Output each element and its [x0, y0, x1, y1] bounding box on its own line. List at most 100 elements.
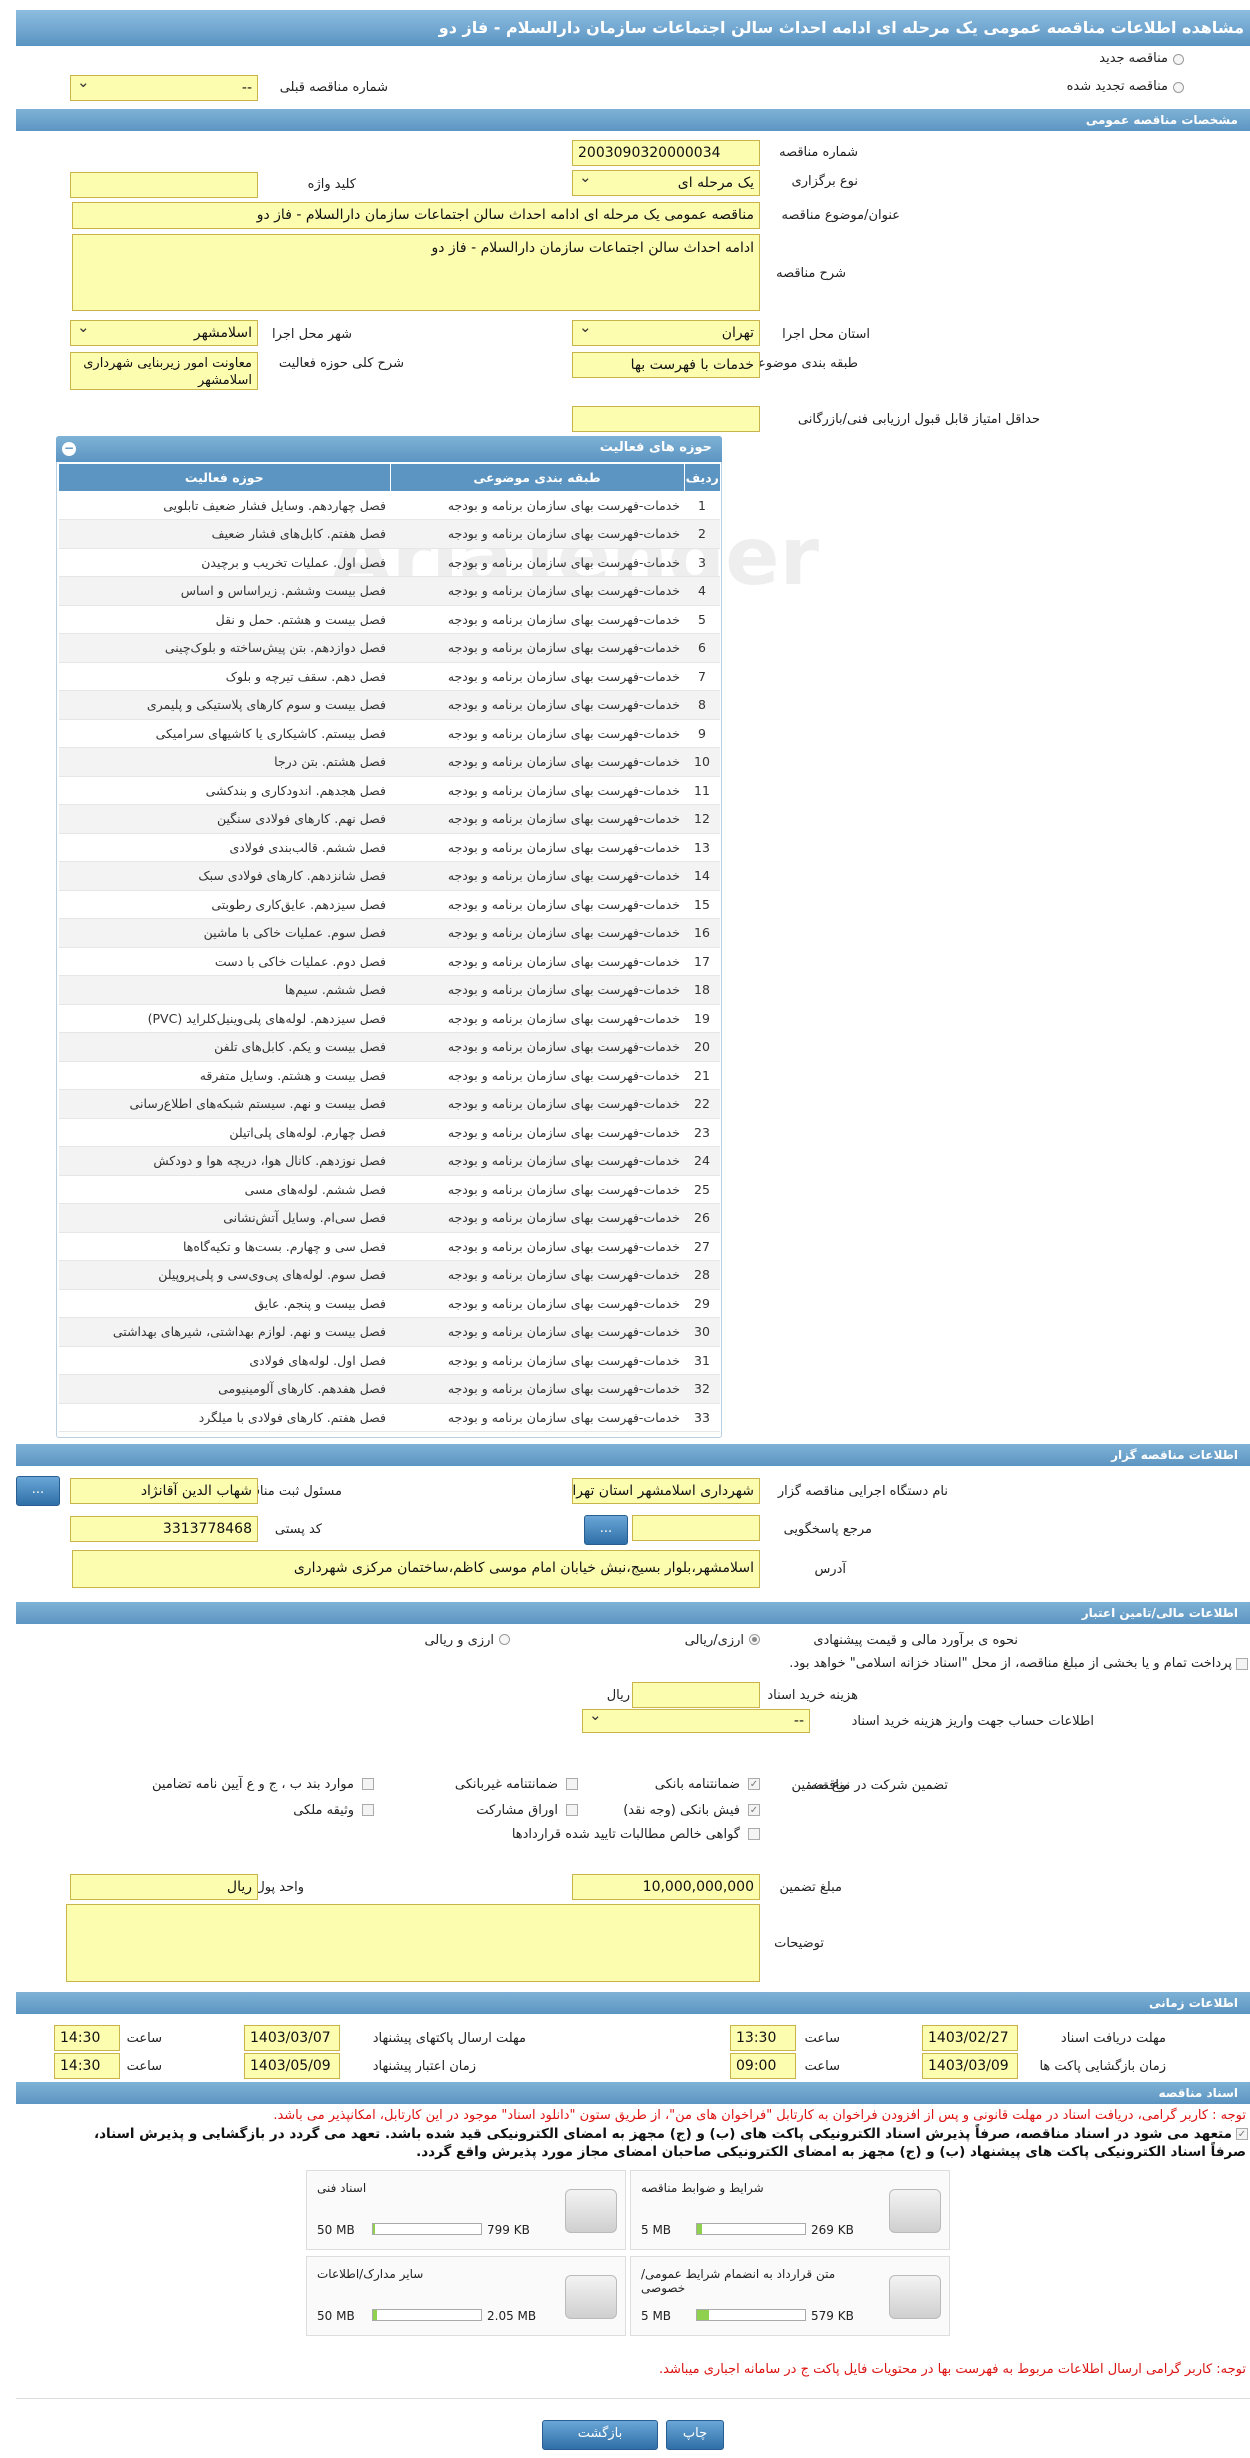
bank-guarantee-checkbox[interactable]: ✓: [748, 1778, 760, 1790]
file-size: 799 KB: [487, 2223, 530, 2237]
currency-field: ریال: [70, 1874, 258, 1900]
table-row: 5 خدمات-فهرست بهای سازمان برنامه و بودجه ف…: [58, 605, 720, 634]
net-claims-label: گواهی خالص مطالبات تایید شده قراردادها: [511, 1827, 740, 1842]
row-number: 23: [684, 1118, 720, 1147]
file-name: متن قرارداد به انضمام شرایط عمومی/خصوصی: [641, 2267, 836, 2295]
fx-and-rial-radio[interactable]: [499, 1634, 510, 1645]
prev-number-label: شماره مناقصه قبلی: [279, 80, 388, 95]
row-number: 12: [684, 804, 720, 834]
row-category: خدمات-فهرست بهای سازمان برنامه و بودجه: [390, 1061, 684, 1090]
nonbank-guarantee-checkbox[interactable]: [566, 1778, 578, 1790]
row-number: 26: [684, 1203, 720, 1233]
table-row: 10 خدمات-فهرست بهای سازمان برنامه و بودجه…: [58, 747, 720, 777]
table-row: 13 خدمات-فهرست بهای سازمان برنامه و بودجه…: [58, 833, 720, 862]
account-select[interactable]: --: [582, 1709, 810, 1733]
activity-desc-field: معاونت امور زیربنایی شهرداری اسلامشهر: [70, 352, 258, 390]
new-tender-label: مناقصه جدید: [1099, 51, 1168, 66]
currency-label: واحد پول: [255, 1880, 304, 1895]
payment-checkbox[interactable]: [1236, 1658, 1248, 1670]
footer-divider: [16, 2398, 1250, 2399]
documents-note-1: توجه : کاربر گرامی، دریافت اسناد در مهلت…: [273, 2108, 1246, 2123]
row-number: 1: [684, 491, 720, 520]
row-number: 7: [684, 662, 720, 691]
prev-number-select[interactable]: --: [70, 75, 258, 101]
province-select[interactable]: تهران: [572, 320, 760, 346]
row-field: فصل هفتم. کابل‌های فشار ضعیف: [58, 519, 390, 549]
keyword-field: [70, 172, 258, 198]
file-name: سایر مدارک/اطلاعات: [317, 2267, 424, 2281]
city-label: شهر محل اجرا: [272, 327, 352, 342]
col-row: ردیف: [683, 464, 720, 491]
tender-type-select[interactable]: یک مرحله ای: [572, 170, 760, 196]
description-field: ادامه احداث سالن اجتماعات سازمان دارالسل…: [72, 234, 760, 311]
row-number: 11: [684, 776, 720, 805]
category-field: خدمات با فهرست بها: [572, 352, 760, 378]
reference-label: مرجع پاسخگویی: [783, 1522, 872, 1537]
property-label: وثیقه ملکی: [293, 1803, 354, 1818]
documents-note-3: توجه: کاربر گرامی ارسال اطلاعات مربوط به…: [659, 2362, 1246, 2377]
section-financial-header: اطلاعات مالی/تامین اعتبار: [16, 1602, 1250, 1624]
file-card-technical[interactable]: اسناد فنی 50 MB 799 KB: [306, 2170, 626, 2250]
row-number: 32: [684, 1374, 720, 1404]
table-row: 18 خدمات-فهرست بهای سازمان برنامه و بودجه…: [58, 975, 720, 1005]
row-field: فصل نوزدهم. کانال هوا، دریچه هوا و دودکش: [58, 1146, 390, 1176]
row-field: فصل ششم. لوله‌های مسی: [58, 1175, 390, 1204]
subject-label: عنوان/موضوع مناقصه: [781, 208, 900, 223]
row-number: 24: [684, 1146, 720, 1176]
table-row: 2 خدمات-فهرست بهای سازمان برنامه و بودجه ف…: [58, 519, 720, 549]
table-row: 1 خدمات-فهرست بهای سازمان برنامه و بودجه ف…: [58, 491, 720, 520]
file-card-other[interactable]: سایر مدارک/اطلاعات 50 MB 2.05 MB: [306, 2256, 626, 2336]
row-number: 33: [684, 1403, 720, 1432]
table-row: 27 خدمات-فهرست بهای سازمان برنامه و بودجه…: [58, 1232, 720, 1261]
row-category: خدمات-فهرست بهای سازمان برنامه و بودجه: [390, 662, 684, 691]
valid-date: 1403/05/09: [244, 2053, 340, 2079]
file-card-conditions[interactable]: شرایط و ضوابط مناقصه 5 MB 269 KB: [630, 2170, 950, 2250]
table-row: 8 خدمات-فهرست بهای سازمان برنامه و بودجه ف…: [58, 690, 720, 720]
guarantee-type-label: نوع تضمین: [791, 1778, 850, 1793]
row-field: فصل هجدهم. اندودکاری و بندکشی: [58, 776, 390, 805]
row-field: فصل بیست و یکم. کابل‌های تلفن: [58, 1032, 390, 1062]
property-checkbox[interactable]: [362, 1804, 374, 1816]
row-number: 13: [684, 833, 720, 862]
row-number: 20: [684, 1032, 720, 1062]
row-number: 9: [684, 719, 720, 748]
bonds-checkbox[interactable]: [566, 1804, 578, 1816]
back-button[interactable]: بازگشت: [542, 2420, 658, 2450]
device-label: نام دستگاه اجرایی مناقصه گزار: [777, 1484, 948, 1499]
postal-code-label: کد پستی: [274, 1522, 322, 1537]
responsible-more-button[interactable]: ...: [16, 1476, 60, 1506]
file-card-contract[interactable]: متن قرارداد به انضمام شرایط عمومی/خصوصی …: [630, 2256, 950, 2336]
table-row: 14 خدمات-فهرست بهای سازمان برنامه و بودجه…: [58, 861, 720, 891]
bank-receipt-checkbox[interactable]: ✓: [748, 1804, 760, 1816]
renewed-tender-radio[interactable]: [1173, 82, 1184, 93]
row-category: خدمات-فهرست بهای سازمان برنامه و بودجه: [390, 1089, 684, 1119]
row-category: خدمات-فهرست بهای سازمان برنامه و بودجه: [390, 1403, 684, 1432]
row-number: 4: [684, 576, 720, 606]
reference-more-button[interactable]: ...: [584, 1515, 628, 1545]
city-select[interactable]: اسلامشهر: [70, 320, 258, 346]
collapse-icon[interactable]: −: [62, 442, 76, 456]
file-name: شرایط و ضوابط مناقصه: [641, 2181, 764, 2195]
renewed-tender-label: مناقصه تجدید شده: [1066, 79, 1168, 94]
row-category: خدمات-فهرست بهای سازمان برنامه و بودجه: [390, 548, 684, 577]
activities-title: حوزه های فعالیت: [599, 440, 712, 455]
open-time: 09:00: [730, 2053, 796, 2079]
clauses-checkbox[interactable]: [362, 1778, 374, 1790]
print-button[interactable]: چاپ: [666, 2420, 724, 2450]
new-tender-radio[interactable]: [1173, 54, 1184, 65]
net-claims-checkbox[interactable]: [748, 1828, 760, 1840]
commitment-checkbox[interactable]: ✓: [1236, 2128, 1248, 2140]
table-row: 11 خدمات-فهرست بهای سازمان برنامه و بودجه…: [58, 776, 720, 805]
row-category: خدمات-فهرست بهای سازمان برنامه و بودجه: [390, 576, 684, 606]
reference-field: [632, 1515, 760, 1541]
row-category: خدمات-فهرست بهای سازمان برنامه و بودجه: [390, 833, 684, 862]
file-max: 50 MB: [317, 2223, 355, 2237]
rial-fx-radio[interactable]: [749, 1634, 760, 1645]
row-field: فصل چهاردهم. وسایل فشار ضعیف تابلویی: [58, 491, 390, 520]
row-field: فصل ششم. قالب‌بندی فولادی: [58, 833, 390, 862]
row-field: فصل سی و چهارم. بست‌ها و تکیه‌گاه‌ها: [58, 1232, 390, 1261]
valid-label: زمان اعتبار پیشنهاد: [372, 2059, 476, 2074]
bank-receipt-label: فیش بانکی (وجه نقد): [623, 1803, 740, 1818]
doc-fee-field: [632, 1682, 760, 1708]
file-progress: [372, 2223, 482, 2235]
